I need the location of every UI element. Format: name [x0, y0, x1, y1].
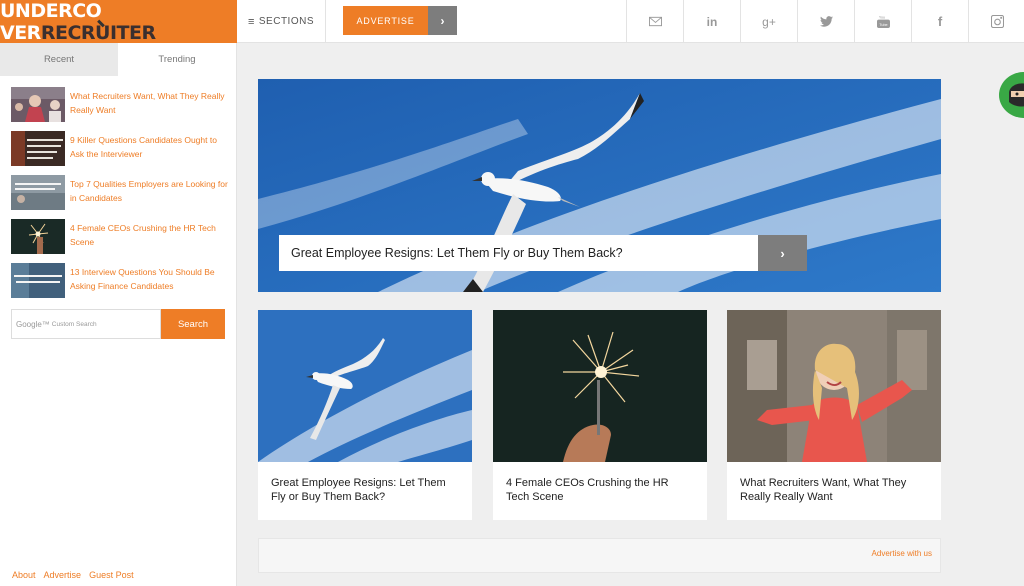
article-card[interactable]: What Recruiters Want, What They Really R… [727, 310, 941, 520]
social-links: in g+ You Tube f [626, 0, 1024, 43]
footer-link-advertise[interactable]: Advertise [44, 570, 82, 580]
hero-caption[interactable]: Great Employee Resigns: Let Them Fly or … [279, 235, 807, 271]
chevron-right-icon: › [428, 6, 457, 35]
article-image[interactable] [493, 310, 707, 462]
sidebar: Recent Trending What Recruiters Want, Wh… [0, 43, 237, 586]
list-item[interactable]: 9 Killer Questions Candidates Ought to A… [11, 131, 229, 175]
svg-text:Tube: Tube [879, 23, 887, 27]
search-input[interactable]: Google™ Custom Search [11, 309, 161, 339]
youtube-icon[interactable]: You Tube [854, 0, 911, 43]
post-thumbnail[interactable] [11, 87, 65, 122]
chevron-right-icon[interactable]: › [758, 235, 807, 271]
facebook-icon[interactable]: f [911, 0, 968, 43]
post-thumbnail[interactable] [11, 131, 65, 166]
article-card[interactable]: Great Employee Resigns: Let Them Fly or … [258, 310, 472, 520]
footer-link-guest-post[interactable]: Guest Post [89, 570, 134, 580]
article-image[interactable] [258, 310, 472, 462]
article-card[interactable]: 4 Female CEOs Crushing the HR Tech Scene [493, 310, 707, 520]
list-item[interactable]: 13 Interview Questions You Should Be Ask… [11, 263, 229, 307]
post-thumbnail[interactable] [11, 175, 65, 210]
tab-recent[interactable]: Recent [0, 43, 118, 76]
twitter-icon[interactable] [797, 0, 854, 43]
instagram-icon[interactable] [968, 0, 1024, 43]
top-bar: UNDERCO VERRECRUITER ≡ SECTIONS ADVERTISE… [0, 0, 1024, 44]
post-thumbnail[interactable] [11, 219, 65, 254]
list-item[interactable]: What Recruiters Want, What They Really R… [11, 87, 229, 131]
sidebar-post-list: What Recruiters Want, What They Really R… [11, 87, 229, 307]
sections-menu-button[interactable]: ≡ SECTIONS [237, 0, 326, 43]
tab-trending[interactable]: Trending [118, 43, 236, 76]
google-plus-icon[interactable]: g+ [740, 0, 797, 43]
sidebar-tabs: Recent Trending [0, 43, 236, 76]
footer-links: About Advertise Guest Post [12, 570, 134, 580]
article-image[interactable] [727, 310, 941, 462]
article-title[interactable]: Great Employee Resigns: Let Them Fly or … [258, 462, 472, 504]
post-thumbnail[interactable] [11, 263, 65, 298]
list-item[interactable]: 4 Female CEOs Crushing the HR Tech Scene [11, 219, 229, 263]
article-title[interactable]: 4 Female CEOs Crushing the HR Tech Scene [493, 462, 707, 504]
advertise-with-us-link[interactable]: Advertise with us [872, 549, 932, 558]
list-item[interactable]: Top 7 Qualities Employers are Looking fo… [11, 175, 229, 219]
footer-link-about[interactable]: About [12, 570, 36, 580]
site-logo[interactable]: UNDERCO VERRECRUITER [0, 0, 237, 44]
linkedin-icon[interactable]: in [683, 0, 740, 43]
ninja-avatar[interactable] [999, 72, 1024, 118]
hero-title[interactable]: Great Employee Resigns: Let Them Fly or … [279, 235, 758, 271]
hamburger-icon: ≡ [247, 15, 255, 28]
search-form: Google™ Custom Search Search [11, 309, 225, 339]
svg-text:You: You [878, 16, 884, 20]
advertise-banner: Advertise with us [258, 538, 941, 573]
mail-icon[interactable] [626, 0, 683, 43]
advertise-button[interactable]: ADVERTISE › [343, 6, 457, 35]
article-title[interactable]: What Recruiters Want, What They Really R… [727, 462, 941, 504]
search-button[interactable]: Search [161, 309, 225, 339]
